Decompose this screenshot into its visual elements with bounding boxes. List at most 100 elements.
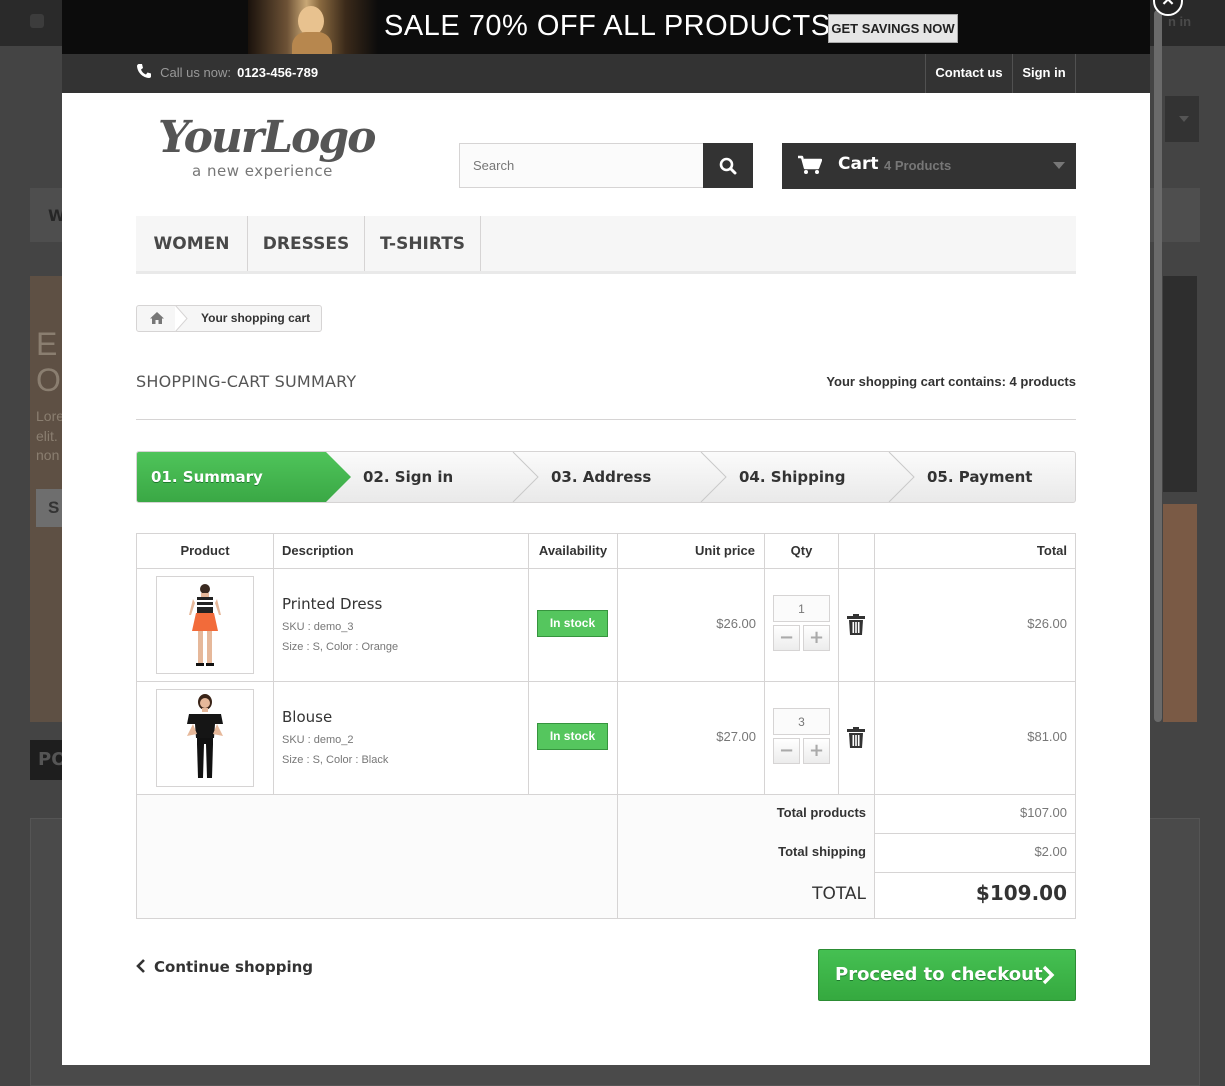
cart-dropdown[interactable]: Cart 4 Products bbox=[782, 143, 1076, 189]
line-total: $81.00 bbox=[1027, 729, 1067, 744]
phone-icon bbox=[137, 64, 151, 78]
contact-us-link[interactable]: Contact us bbox=[925, 54, 1012, 93]
step-payment[interactable]: 05. Payment bbox=[927, 452, 1075, 502]
background-banner-right-1 bbox=[1163, 276, 1197, 492]
menu-item-dresses[interactable]: DRESSES bbox=[248, 216, 365, 271]
background-banner-right-2 bbox=[1163, 504, 1197, 722]
grid-line bbox=[137, 681, 1075, 682]
quantity-decrease-button[interactable]: − bbox=[773, 738, 800, 764]
get-savings-button[interactable]: GET SAVINGS NOW bbox=[828, 14, 958, 43]
breadcrumb-home[interactable] bbox=[137, 306, 177, 331]
step-summary[interactable]: 01. Summary bbox=[137, 452, 352, 502]
home-icon bbox=[150, 312, 164, 324]
trash-icon[interactable] bbox=[847, 727, 865, 748]
cart-icon bbox=[798, 155, 822, 174]
step-shipping[interactable]: 04. Shipping bbox=[739, 452, 889, 502]
step-summary-label: 01. Summary bbox=[151, 468, 263, 486]
grid-line bbox=[838, 568, 839, 794]
quantity-increase-button[interactable]: + bbox=[803, 625, 830, 651]
chevron-down-icon bbox=[1053, 162, 1065, 175]
total-products-value: $107.00 bbox=[1020, 805, 1067, 820]
menu-item-tshirts[interactable]: T-SHIRTS bbox=[365, 216, 481, 271]
step-sign-in[interactable]: 02. Sign in bbox=[363, 452, 513, 502]
cart-count: 4 Products bbox=[884, 158, 952, 173]
printed-dress-image bbox=[189, 584, 221, 666]
quantity-input[interactable] bbox=[773, 595, 830, 622]
product-sku: SKU : demo_3 bbox=[282, 621, 354, 633]
call-us-label: Call us now: bbox=[160, 65, 231, 80]
heading-divider bbox=[136, 419, 1076, 420]
continue-shopping-label: Continue shopping bbox=[154, 958, 314, 976]
quantity-decrease-button[interactable]: − bbox=[773, 625, 800, 651]
banner-title: SALE 70% OFF ALL PRODUCTS bbox=[384, 10, 831, 42]
blouse-image bbox=[187, 694, 223, 778]
search-input[interactable] bbox=[460, 144, 703, 187]
banner-model-image bbox=[248, 0, 378, 54]
main-menu: WOMEN DRESSES T-SHIRTS bbox=[136, 216, 1076, 274]
product-sku: SKU : demo_2 bbox=[282, 734, 354, 746]
background-slide-button-label: S bbox=[48, 498, 60, 517]
menu-item-women[interactable]: WOMEN bbox=[136, 216, 248, 271]
col-header-qty-label: Qty bbox=[790, 543, 813, 558]
totals-spacer bbox=[137, 795, 617, 918]
background-phone-icon bbox=[30, 14, 44, 28]
background-cart-caret bbox=[1165, 96, 1199, 142]
phone-contact: Call us now: 0123-456-789 bbox=[136, 63, 318, 81]
col-header-product: Product bbox=[137, 534, 274, 569]
search-button[interactable] bbox=[703, 143, 753, 188]
background-slide-text-1: Lore bbox=[36, 408, 65, 424]
background-slide-text-2: elit. bbox=[36, 428, 58, 444]
quantity-increase-button[interactable]: + bbox=[803, 738, 830, 764]
grid-line bbox=[273, 568, 274, 794]
background-slide-heading-2: O bbox=[36, 362, 61, 398]
grid-line bbox=[528, 568, 529, 794]
top-nav: Call us now: 0123-456-789 Contact us Sig… bbox=[62, 54, 1150, 93]
cart-modal: SALE 70% OFF ALL PRODUCTS GET SAVINGS NO… bbox=[62, 0, 1150, 1065]
sign-in-link[interactable]: Sign in bbox=[1012, 54, 1076, 93]
checkout-steps: 01. Summary 02. Sign in 03. Address 04. … bbox=[136, 451, 1076, 503]
background-popular-tab: PO bbox=[30, 740, 67, 780]
status-badge: In stock bbox=[537, 610, 608, 637]
background-signin: n in bbox=[1168, 14, 1192, 29]
grid-line bbox=[764, 568, 765, 794]
product-attributes: Size : S, Color : Black bbox=[282, 754, 389, 766]
breadcrumb-current: Your shopping cart bbox=[201, 311, 311, 325]
unit-price: $27.00 bbox=[716, 729, 756, 744]
phone-number: 0123-456-789 bbox=[237, 65, 319, 80]
cart-label: Cart bbox=[838, 154, 879, 174]
breadcrumb-separator bbox=[175, 305, 188, 332]
product-thumbnail-printed-dress[interactable] bbox=[156, 576, 254, 674]
cart-summary-count: Your shopping cart contains: 4 products bbox=[826, 374, 1076, 389]
trash-icon[interactable] bbox=[847, 614, 865, 635]
background-slide-heading-1: E bbox=[36, 326, 58, 362]
unit-price: $26.00 bbox=[716, 616, 756, 631]
product-name[interactable]: Blouse bbox=[282, 708, 332, 726]
total-shipping-label: Total shipping bbox=[778, 844, 866, 859]
total-shipping-value: $2.00 bbox=[1034, 844, 1067, 859]
status-badge: In stock bbox=[537, 723, 608, 750]
col-header-delete bbox=[839, 534, 875, 569]
search-icon bbox=[719, 157, 737, 175]
background-slide-text-3: non bbox=[36, 447, 60, 463]
grand-total-value: $109.00 bbox=[975, 881, 1067, 905]
line-total: $26.00 bbox=[1027, 616, 1067, 631]
search-box bbox=[459, 143, 753, 188]
quantity-input[interactable] bbox=[773, 708, 830, 735]
breadcrumb: Your shopping cart bbox=[136, 305, 322, 332]
logo-tagline: a new experience bbox=[192, 162, 333, 180]
proceed-to-checkout-button[interactable]: Proceed to checkout bbox=[818, 949, 1076, 1001]
product-name[interactable]: Printed Dress bbox=[282, 595, 382, 613]
checkout-label: Proceed to checkout bbox=[835, 964, 1043, 985]
scrollbar[interactable] bbox=[1154, 10, 1162, 722]
promo-banner[interactable]: SALE 70% OFF ALL PRODUCTS GET SAVINGS NO… bbox=[62, 0, 1150, 54]
continue-shopping-link[interactable]: Continue shopping bbox=[136, 958, 313, 976]
product-thumbnail-blouse[interactable] bbox=[156, 689, 254, 787]
grand-total-label: TOTAL bbox=[812, 884, 866, 904]
col-header-total: Total bbox=[1036, 543, 1067, 558]
col-header-availability: Availability bbox=[529, 534, 618, 569]
product-attributes: Size : S, Color : Orange bbox=[282, 641, 399, 653]
logo[interactable]: YourLogo a new experience bbox=[158, 112, 398, 184]
logo-text: YourLogo bbox=[158, 112, 377, 163]
col-header-description: Description bbox=[274, 534, 529, 569]
step-address[interactable]: 03. Address bbox=[551, 452, 701, 502]
